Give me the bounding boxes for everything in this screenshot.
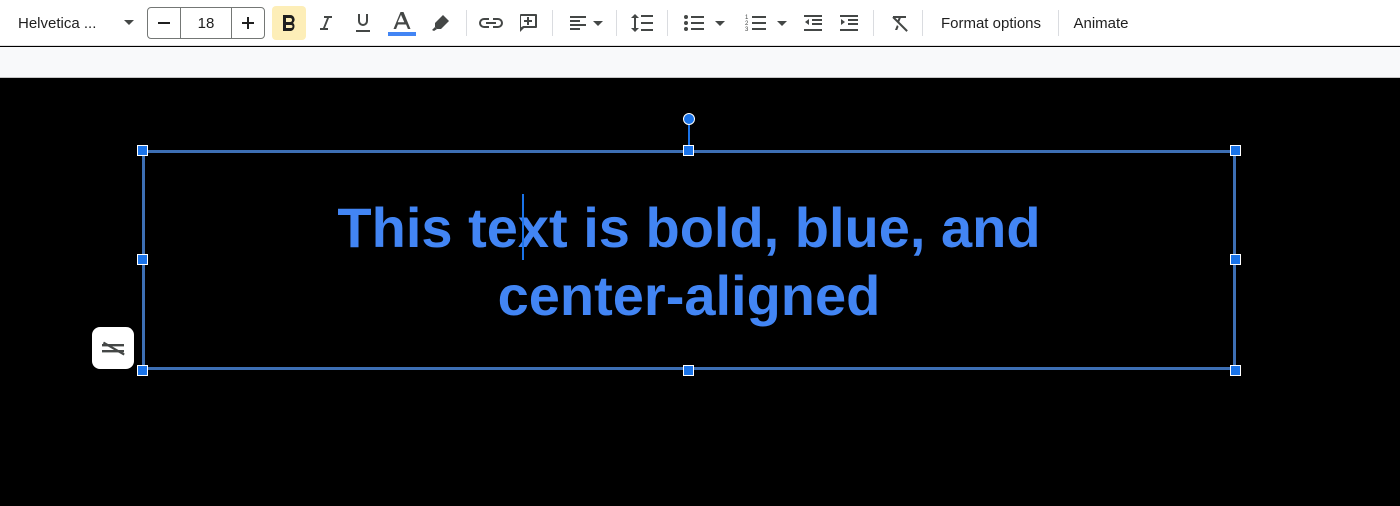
underline-button[interactable] [347, 0, 379, 46]
format-options-button[interactable]: Format options [930, 0, 1052, 46]
font-size-stepper: 18 [147, 7, 265, 39]
text-color-icon [388, 12, 416, 36]
bold-icon [283, 14, 295, 31]
separator [667, 10, 668, 36]
text-line-2: center-aligned [497, 264, 881, 327]
chevron-down-icon [715, 20, 725, 26]
minus-icon [158, 22, 170, 24]
insert-link-button[interactable] [474, 0, 508, 46]
highlight-color-button[interactable] [425, 0, 457, 46]
bulleted-list-icon [684, 15, 704, 31]
text-box-content[interactable]: This text is bold, blue, and center-alig… [145, 194, 1233, 330]
font-family-label: Helvetica ... [18, 14, 97, 32]
animate-button[interactable]: Animate [1064, 0, 1138, 46]
text-color-button[interactable] [386, 0, 418, 46]
increase-font-size-button[interactable] [232, 8, 264, 38]
separator [922, 10, 923, 36]
hide-suggestions-button[interactable] [92, 327, 134, 369]
highlight-icon [432, 15, 449, 31]
bulleted-list-dropdown[interactable] [678, 0, 730, 46]
resize-handle-bottom[interactable] [683, 365, 694, 376]
rotate-handle[interactable] [683, 113, 695, 125]
clear-formatting-button[interactable] [883, 0, 915, 46]
line-spacing-icon [631, 14, 653, 32]
chevron-down-icon [592, 20, 603, 26]
separator [466, 10, 467, 36]
italic-icon [320, 16, 332, 30]
ruler-bar [0, 47, 1400, 78]
resize-handle-bottom-left[interactable] [137, 365, 148, 376]
resize-handle-top-right[interactable] [1230, 145, 1241, 156]
numbered-list-dropdown[interactable]: 1 2 3 [740, 0, 792, 46]
underline-icon [356, 14, 370, 32]
bold-button[interactable] [272, 0, 306, 46]
align-left-icon [569, 16, 586, 30]
separator [873, 10, 874, 36]
separator [616, 10, 617, 36]
text-cursor [522, 194, 524, 260]
italic-button[interactable] [310, 0, 342, 46]
add-comment-icon [520, 14, 537, 32]
resize-handle-top-left[interactable] [137, 145, 148, 156]
separator [1058, 10, 1059, 36]
line-spacing-button[interactable] [626, 0, 658, 46]
decrease-indent-icon [804, 15, 822, 31]
decrease-indent-button[interactable] [798, 0, 828, 46]
svg-text:3: 3 [745, 27, 749, 33]
align-dropdown[interactable] [562, 0, 608, 46]
font-size-input[interactable]: 18 [180, 8, 232, 38]
not-equal-icon [102, 341, 125, 356]
text-line-1: This text is bold, blue, and [337, 196, 1041, 259]
plus-icon [242, 17, 254, 29]
chevron-down-icon [777, 20, 787, 26]
increase-indent-icon [840, 15, 858, 31]
formatting-toolbar: Helvetica ... 18 1 2 3 Format options An… [0, 0, 1400, 46]
separator [552, 10, 553, 36]
resize-handle-bottom-right[interactable] [1230, 365, 1241, 376]
clear-formatting-icon [892, 16, 908, 32]
chevron-down-icon [124, 20, 134, 25]
font-family-dropdown[interactable]: Helvetica ... [10, 0, 142, 46]
decrease-font-size-button[interactable] [148, 8, 180, 38]
numbered-list-icon: 1 2 3 [745, 15, 766, 33]
add-comment-button[interactable] [512, 0, 544, 46]
increase-indent-button[interactable] [834, 0, 864, 46]
link-icon [479, 18, 503, 28]
resize-handle-top[interactable] [683, 145, 694, 156]
